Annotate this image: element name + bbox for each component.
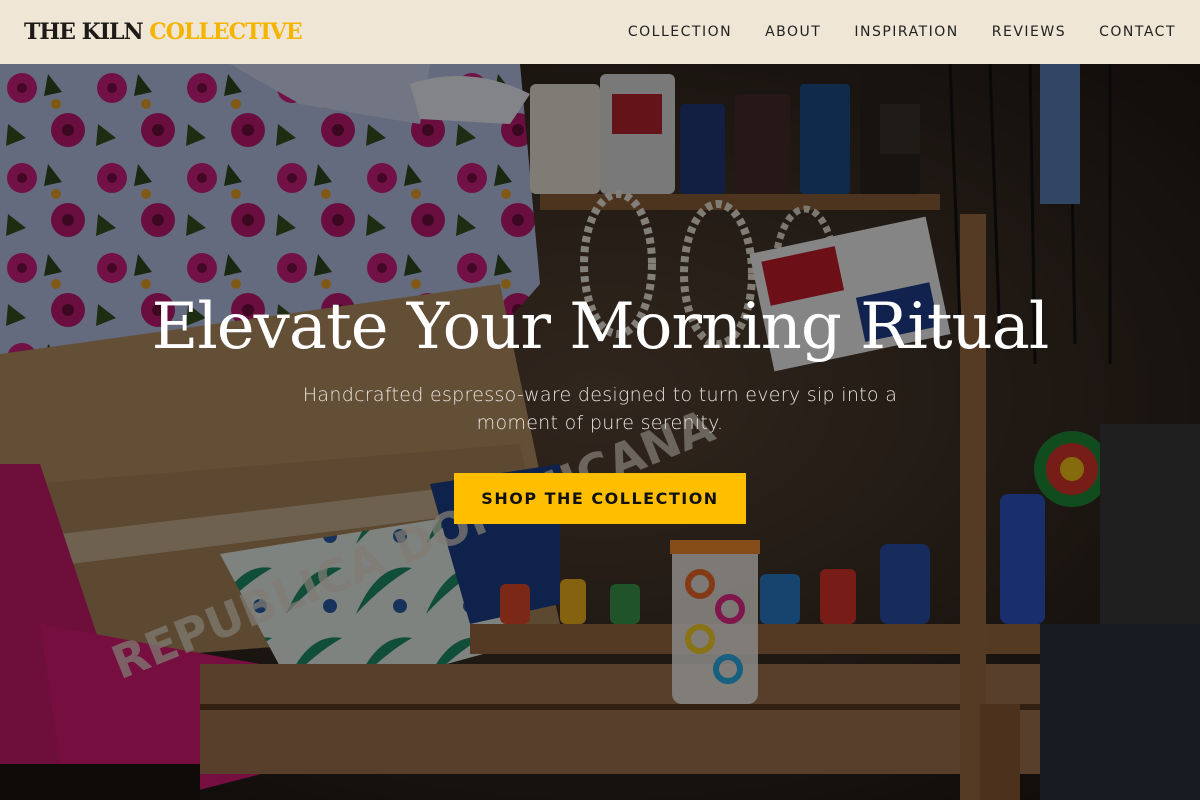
brand-logo[interactable]: THE KILN COLLECTIVE (24, 19, 303, 45)
shop-collection-button[interactable]: SHOP THE COLLECTION (454, 473, 746, 525)
hero-section: REPUBLICA DOMINICANA Elevate Your Mornin… (0, 64, 1200, 800)
nav-link-inspiration[interactable]: INSPIRATION (854, 24, 958, 40)
hero-title: Elevate Your Morning Ritual (151, 290, 1050, 364)
nav-link-reviews[interactable]: REVIEWS (992, 24, 1066, 40)
site-header: THE KILN COLLECTIVE COLLECTION ABOUT INS… (0, 0, 1200, 64)
nav-link-collection[interactable]: COLLECTION (628, 24, 732, 40)
brand-name-accent: COLLECTIVE (149, 19, 302, 45)
nav-link-about[interactable]: ABOUT (765, 24, 821, 40)
nav-link-contact[interactable]: CONTACT (1099, 24, 1176, 40)
hero-content: Elevate Your Morning Ritual Handcrafted … (0, 290, 1200, 525)
hero-subtitle: Handcrafted espresso-ware designed to tu… (302, 384, 898, 434)
main-nav: COLLECTION ABOUT INSPIRATION REVIEWS CON… (628, 24, 1176, 40)
brand-name-primary: THE KILN (24, 19, 144, 45)
